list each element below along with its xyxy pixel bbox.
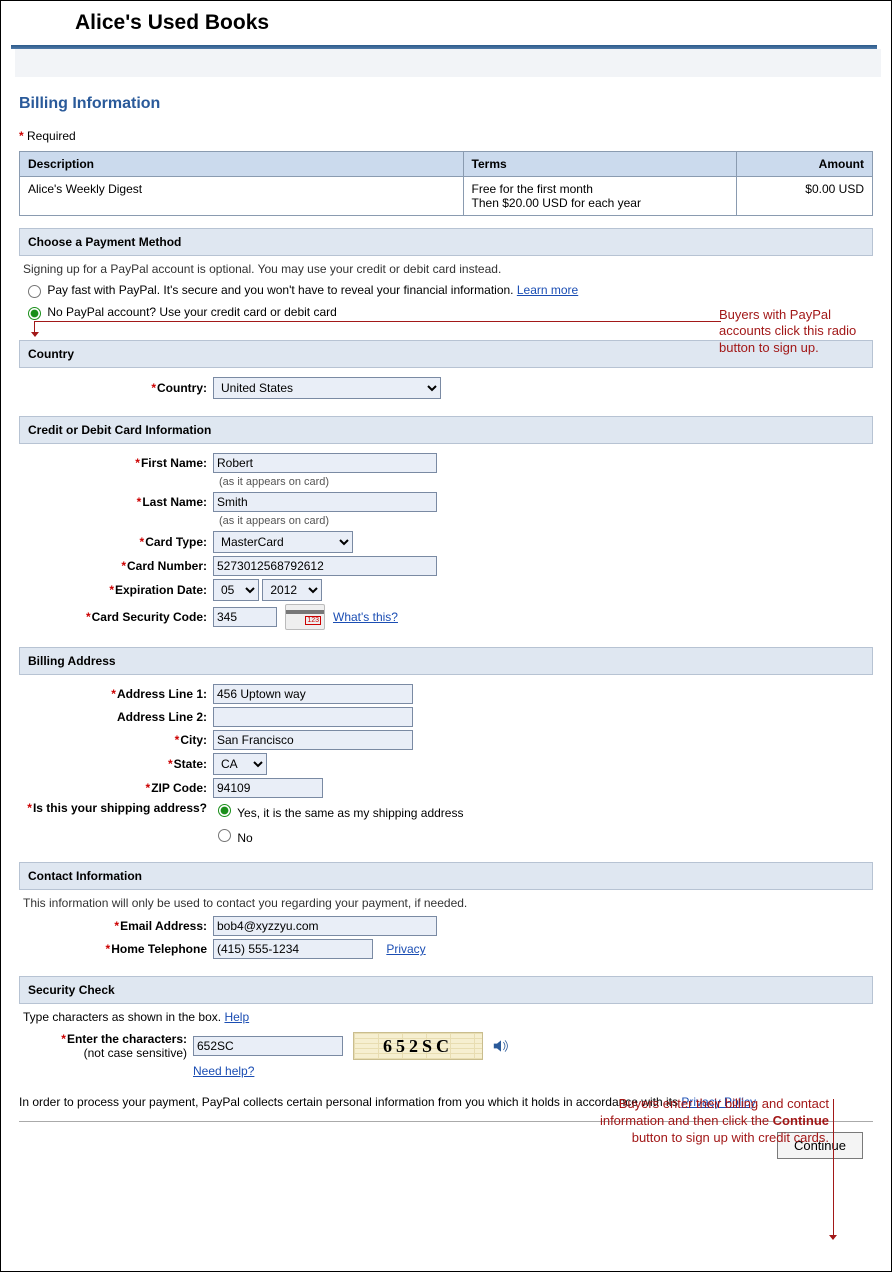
radio-credit-card[interactable] — [28, 307, 41, 320]
table-row: Alice's Weekly Digest Free for the first… — [20, 177, 873, 216]
contact-note: This information will only be used to co… — [23, 896, 869, 910]
shipping-yes-label: Yes, it is the same as my shipping addre… — [237, 806, 463, 820]
annotation-1: Buyers with PayPal accounts click this r… — [719, 307, 877, 356]
header-band — [15, 49, 881, 77]
captcha-hint: (not case sensitive) — [84, 1046, 187, 1060]
first-name-label: First Name: — [141, 456, 207, 470]
radio-shipping-no[interactable] — [218, 829, 231, 842]
section-security-check: Security Check — [19, 976, 873, 1004]
state-select[interactable]: CA — [213, 753, 267, 775]
need-help-link[interactable]: Need help? — [193, 1064, 254, 1078]
section-card-info: Credit or Debit Card Information — [19, 416, 873, 444]
exp-year-select[interactable]: 2012 — [262, 579, 322, 601]
exp-month-select[interactable]: 05 — [213, 579, 259, 601]
email-label: Email Address: — [120, 919, 207, 933]
city-label: City: — [180, 733, 207, 747]
privacy-link[interactable]: Privacy — [386, 942, 425, 956]
zip-label: ZIP Code: — [151, 781, 207, 795]
card-type-label: Card Type: — [145, 535, 207, 549]
addr2-label: Address Line 2: — [117, 710, 207, 724]
annotation-2: Buyers enter their billing and contact i… — [581, 1096, 829, 1147]
whats-this-link[interactable]: What's this? — [333, 610, 398, 624]
section-contact-info: Contact Information — [19, 862, 873, 890]
state-label: State: — [174, 757, 207, 771]
card-type-select[interactable]: MasterCard — [213, 531, 353, 553]
country-select[interactable]: United States — [213, 377, 441, 399]
last-name-label: Last Name: — [142, 495, 207, 509]
radio-paypal-label: Pay fast with PayPal. It's secure and yo… — [47, 283, 578, 297]
captcha-help-link[interactable]: Help — [224, 1010, 249, 1024]
section-payment-method: Choose a Payment Method — [19, 228, 873, 256]
learn-more-link[interactable]: Learn more — [517, 283, 578, 297]
phone-input[interactable] — [213, 939, 373, 959]
section-billing-address: Billing Address — [19, 647, 873, 675]
col-terms: Terms — [463, 152, 736, 177]
addr1-input[interactable] — [213, 684, 413, 704]
card-number-label: Card Number: — [127, 559, 207, 573]
addr1-label: Address Line 1: — [117, 687, 207, 701]
col-amount: Amount — [736, 152, 873, 177]
radio-shipping-yes[interactable] — [218, 804, 231, 817]
last-name-hint: (as it appears on card) — [219, 515, 869, 527]
card-back-icon: 123 — [285, 604, 325, 630]
csc-input[interactable] — [213, 607, 277, 627]
order-amount: $0.00 USD — [736, 177, 873, 216]
order-summary-table: Description Terms Amount Alice's Weekly … — [19, 151, 873, 216]
captcha-label: Enter the characters: — [67, 1032, 187, 1046]
shop-title: Alice's Used Books — [75, 11, 873, 35]
csc-label: Card Security Code: — [92, 610, 207, 624]
shipping-no-label: No — [237, 831, 252, 845]
payment-note: Signing up for a PayPal account is optio… — [23, 262, 869, 276]
captcha-note: Type characters as shown in the box. — [23, 1010, 221, 1024]
addr2-input[interactable] — [213, 707, 413, 727]
phone-label: Home Telephone — [111, 942, 207, 956]
country-label: Country: — [157, 381, 207, 395]
card-number-input[interactable] — [213, 556, 437, 576]
first-name-hint: (as it appears on card) — [219, 476, 869, 488]
required-note: * Required — [19, 129, 873, 143]
col-description: Description — [20, 152, 464, 177]
captcha-image: 652SC — [353, 1032, 483, 1060]
first-name-input[interactable] — [213, 453, 437, 473]
exp-label: Expiration Date: — [115, 583, 207, 597]
order-desc: Alice's Weekly Digest — [20, 177, 464, 216]
shipping-question: Is this your shipping address? — [33, 801, 207, 815]
radio-paypal[interactable] — [28, 285, 41, 298]
zip-input[interactable] — [213, 778, 323, 798]
annotation-arrow-2 — [833, 1099, 834, 1239]
order-terms: Free for the first month Then $20.00 USD… — [463, 177, 736, 216]
radio-credit-card-label: No PayPal account? Use your credit card … — [47, 305, 336, 319]
city-input[interactable] — [213, 730, 413, 750]
page-title: Billing Information — [19, 95, 873, 113]
email-input[interactable] — [213, 916, 437, 936]
last-name-input[interactable] — [213, 492, 437, 512]
speaker-icon[interactable] — [493, 1039, 509, 1053]
captcha-input[interactable] — [193, 1036, 343, 1056]
